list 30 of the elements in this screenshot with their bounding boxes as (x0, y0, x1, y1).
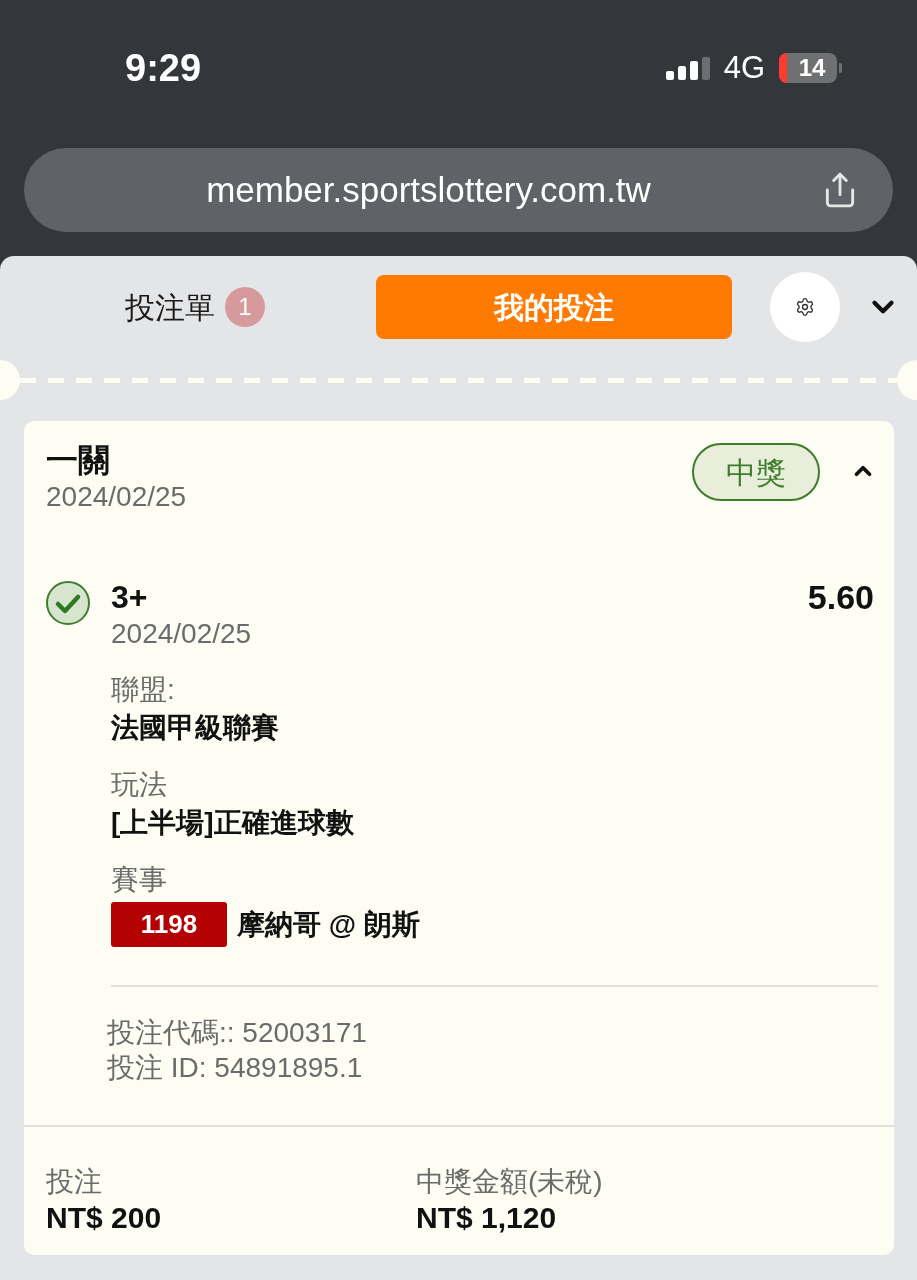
summary-amount: NT$ 1,120 (416, 1200, 557, 1236)
summary-label: 投注 (46, 1165, 102, 1199)
field-value: 法國甲級聯賽 (111, 711, 279, 745)
bet-id-line: 投注代碼:: 52003171 (107, 1016, 367, 1050)
count-badge: 1 (225, 287, 265, 327)
bet-date: 2024/02/25 (46, 480, 187, 514)
status-time: 9:29 (125, 45, 202, 91)
battery-indicator: 14 (779, 53, 842, 83)
selection-pick: 3+ (111, 578, 148, 616)
field-value: [上半場]正確進球數 (111, 806, 354, 840)
network-type: 4G (723, 48, 765, 87)
selection-date: 2024/02/25 (111, 617, 252, 651)
address-bar[interactable]: member.sportslottery.com.tw (24, 148, 893, 232)
field-label: 聯盟: (111, 673, 175, 707)
bet-slip-tab[interactable]: 投注單 1 (125, 275, 265, 339)
url-text: member.sportslottery.com.tw (205, 168, 652, 211)
signal-icon (665, 56, 710, 80)
match-number-tag: 1198 (111, 902, 227, 947)
ticket-notch (0, 360, 20, 400)
summary-amount: NT$ 200 (46, 1200, 162, 1236)
field-label: 賽事 (111, 863, 167, 897)
result-badge: 中獎 (692, 443, 820, 501)
bet-id-line: 投注 ID: 54891895.1 (107, 1051, 363, 1085)
field-label: 玩法 (111, 768, 167, 802)
summary-label: 中獎金額(未稅) (416, 1165, 603, 1199)
ticket-notch (897, 360, 917, 400)
settings-icon (795, 297, 815, 317)
odds: 5.60 (807, 578, 874, 616)
match-teams: 摩納哥 @ 朗斯 (237, 907, 420, 942)
bet-type: 一關 (46, 441, 110, 479)
